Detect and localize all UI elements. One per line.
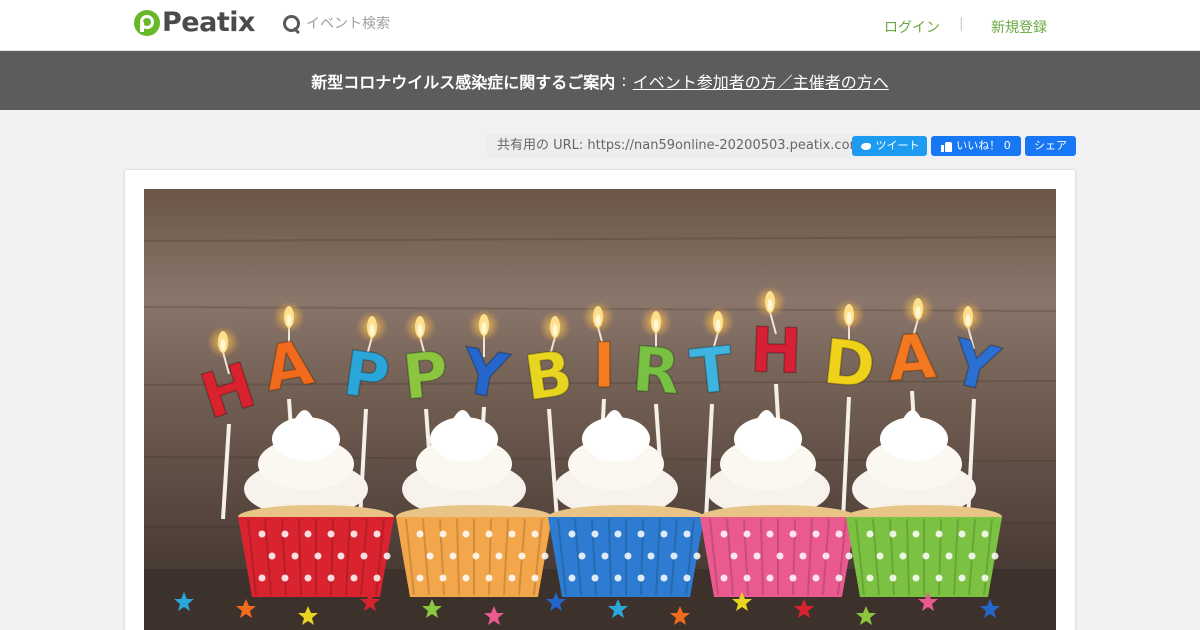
logo-text: Peatix [162,7,255,38]
signup-link[interactable]: 新規登録 [991,17,1047,37]
search-icon[interactable] [282,14,302,34]
share-label: シェア [1034,139,1067,152]
svg-text:P: P [399,337,452,414]
covid-notice-bar: 新型コロナウイルス感染症に関するご案内 : イベント参加者の方／主催者の方へ [0,51,1200,110]
svg-text:A: A [885,319,938,395]
search-input[interactable] [306,16,486,32]
notice-title: 新型コロナウイルス感染症に関するご案内 [311,72,616,92]
like-label: いいね！ 0 [956,139,1011,152]
tweet-button[interactable]: ツイート [852,136,927,156]
tweet-label: ツイート [875,139,920,152]
search-bar [282,12,486,36]
svg-text:D: D [820,325,879,403]
notice-colon: : [621,71,627,90]
nav-separator: | [959,16,964,32]
site-header: Peatix ログイン | 新規登録 [0,0,1200,51]
svg-text:R: R [630,332,683,408]
login-link[interactable]: ログイン [884,17,940,37]
peatix-logo-icon [134,10,160,36]
svg-text:I: I [592,329,615,402]
facebook-like-button[interactable]: いいね！ 0 [931,136,1021,156]
thumbs-up-icon [941,141,953,152]
svg-text:H: H [749,313,803,388]
svg-text:B: B [520,336,577,415]
share-url[interactable]: 共有用の URL: https://nan59online-20200503.p… [487,134,877,158]
facebook-share-button[interactable]: シェア [1025,136,1076,156]
svg-text:T: T [687,332,737,409]
peatix-logo[interactable]: Peatix [134,8,255,38]
notice-link[interactable]: イベント参加者の方／主催者の方へ [633,69,889,93]
twitter-bird-icon [860,141,872,151]
event-cover-image: HAPPYBIRTHDAY [144,189,1056,630]
